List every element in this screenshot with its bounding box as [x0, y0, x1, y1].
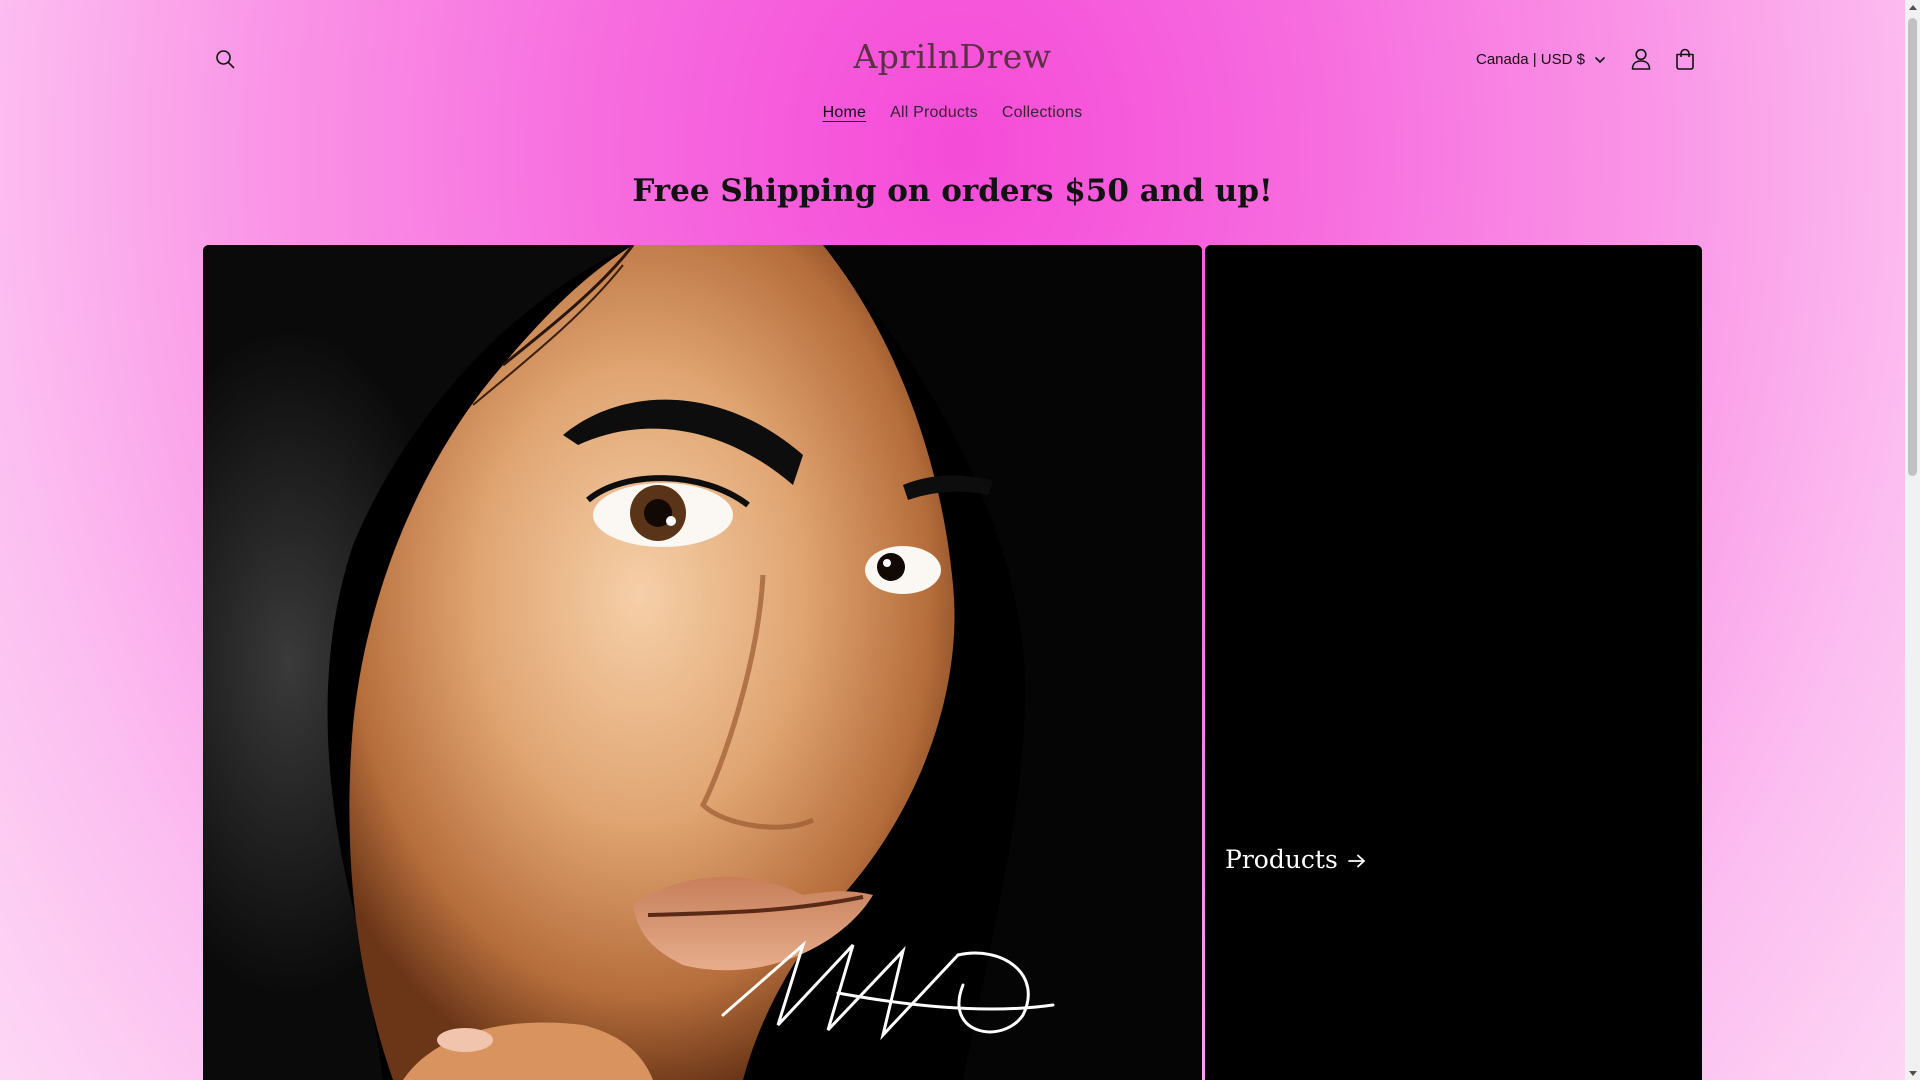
nav-link-home[interactable]: Home — [823, 100, 866, 126]
main-navigation: Home All Products Collections — [0, 100, 1905, 126]
country-currency-label: Canada | USD $ — [1476, 50, 1585, 68]
page: AprilnDrew Canada | USD $ Home All Produ… — [0, 0, 1905, 1080]
products-link-label: Products — [1225, 845, 1338, 874]
cart-button[interactable] — [1670, 44, 1700, 74]
store-logo[interactable]: AprilnDrew — [0, 32, 1905, 82]
arrow-right-icon — [1347, 845, 1366, 874]
scrollbar-thumb[interactable] — [1908, 18, 1917, 476]
announcement-banner: Free Shipping on orders $50 and up! — [632, 173, 1273, 209]
cart-icon — [1675, 48, 1695, 70]
collection-card-products[interactable]: Products — [1205, 245, 1702, 1080]
scroll-down-arrow[interactable] — [1905, 1066, 1920, 1080]
account-icon — [1631, 48, 1651, 70]
page-scrollbar[interactable] — [1905, 0, 1920, 1080]
hero-image — [203, 245, 1202, 1080]
nav-link-all-products[interactable]: All Products — [890, 100, 978, 126]
products-collection-link[interactable]: Products — [1225, 845, 1366, 874]
account-button[interactable] — [1626, 44, 1656, 74]
country-currency-selector[interactable]: Canada | USD $ — [1476, 46, 1605, 72]
chevron-down-icon — [1595, 51, 1605, 68]
nav-link-collections[interactable]: Collections — [1002, 100, 1082, 126]
portrait-illustration — [203, 245, 1202, 1080]
scroll-up-arrow[interactable] — [1905, 0, 1920, 14]
